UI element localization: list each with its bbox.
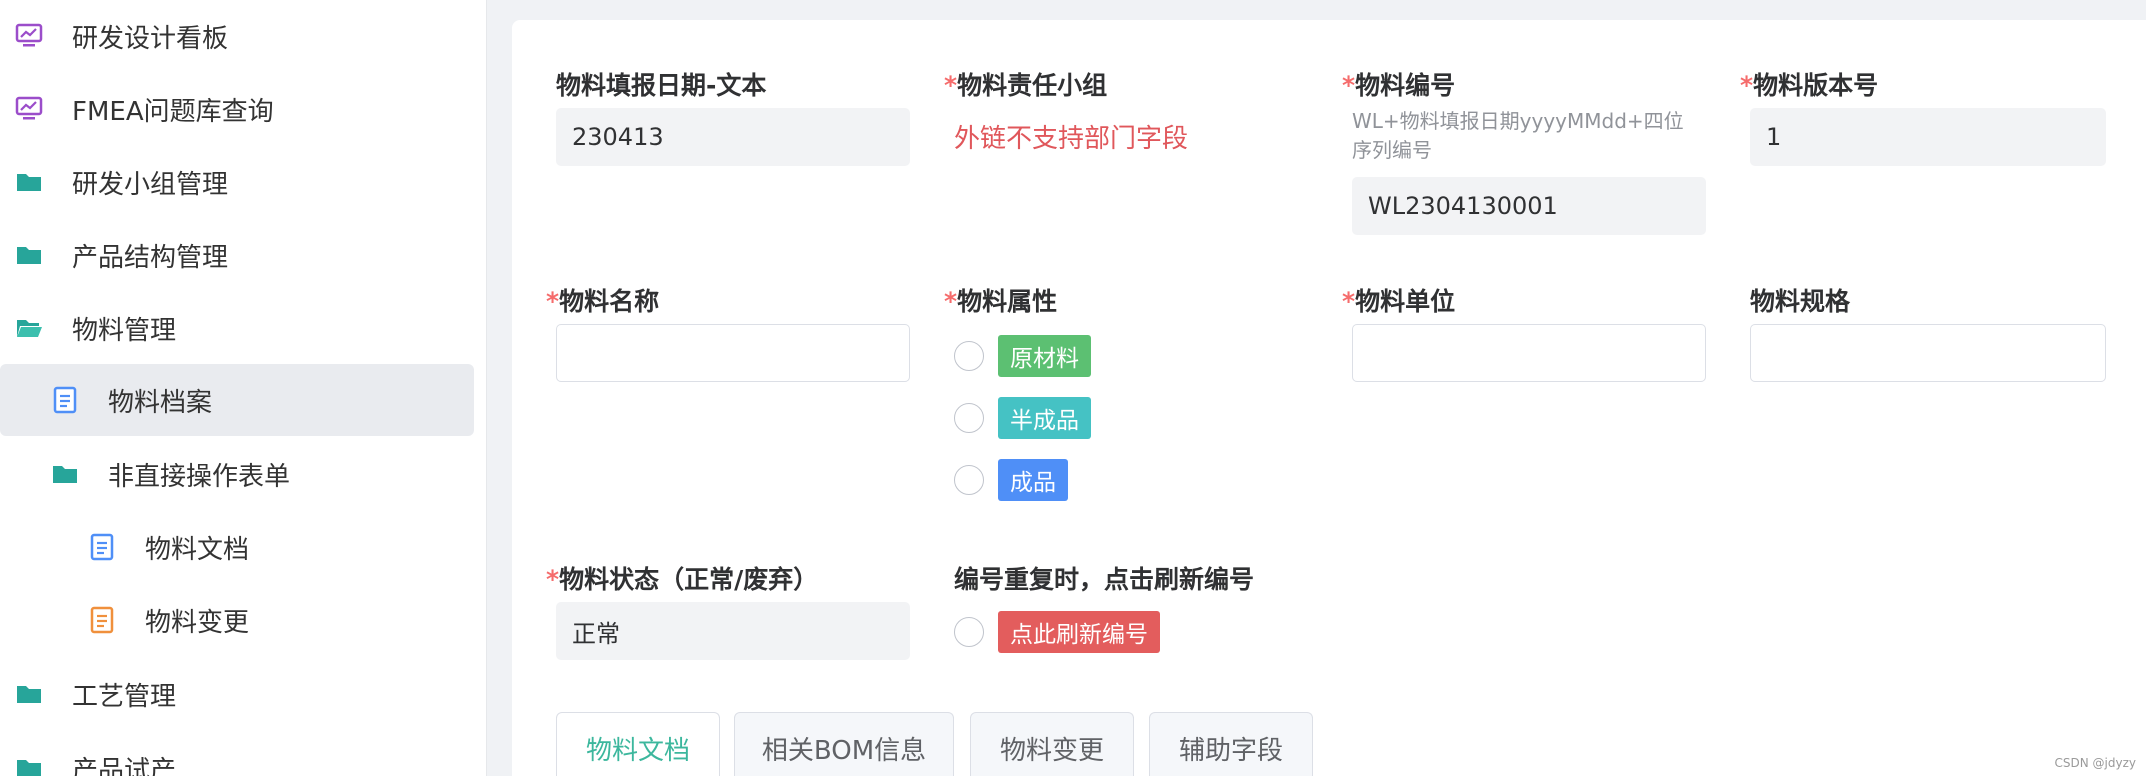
fill-date-input[interactable]: 230413 xyxy=(556,108,910,166)
refresh-code-button[interactable]: 点此刷新编号 xyxy=(998,611,1160,653)
name-input[interactable] xyxy=(556,324,910,382)
fill-date-label: 物料填报日期-文本 xyxy=(556,66,766,102)
tab-label: 辅助字段 xyxy=(1178,736,1283,766)
monitor-chart-icon xyxy=(14,21,44,51)
required-star: * xyxy=(1342,71,1356,100)
name-label-text: 物料名称 xyxy=(559,287,660,316)
code-label-text: 物料编号 xyxy=(1355,71,1456,100)
tab-label: 物料文档 xyxy=(585,736,690,766)
sidebar-item-material-archive[interactable]: 物料档案 xyxy=(0,364,474,436)
sidebar-item-product-structure[interactable]: 产品结构管理 xyxy=(0,219,474,291)
team-label: *物料责任小组 xyxy=(944,66,1107,102)
radio-circle[interactable] xyxy=(954,617,984,647)
radio-circle[interactable] xyxy=(954,465,984,495)
name-label: *物料名称 xyxy=(546,282,659,318)
status-value: 正常 xyxy=(572,619,620,648)
folder-icon xyxy=(14,240,44,270)
folder-open-icon xyxy=(14,313,44,343)
code-label: *物料编号 xyxy=(1342,66,1455,102)
sidebar-item-label: 研发设计看板 xyxy=(72,23,229,54)
sidebar-item-material-change[interactable]: 物料变更 xyxy=(0,584,474,656)
unit-input[interactable] xyxy=(1352,324,1706,382)
team-unsupported-warning: 外链不支持部门字段 xyxy=(954,124,1189,154)
document-icon xyxy=(87,605,117,635)
monitor-chart-icon xyxy=(14,94,44,124)
required-star: * xyxy=(546,287,560,316)
required-star: * xyxy=(546,565,560,594)
sidebar-item-material-mgmt[interactable]: 物料管理 xyxy=(0,292,474,364)
spec-input[interactable] xyxy=(1750,324,2106,382)
attribute-option-raw-material[interactable]: 原材料 xyxy=(954,335,1091,377)
refresh-label: 编号重复时，点击刷新编号 xyxy=(954,560,1254,596)
sidebar-item-label: 非直接操作表单 xyxy=(108,461,291,492)
sidebar-item-label: 物料文档 xyxy=(145,534,250,565)
version-value: 1 xyxy=(1766,123,1782,151)
required-star: * xyxy=(1740,71,1754,100)
status-label: *物料状态（正常/废弃） xyxy=(546,560,818,596)
finished-tag: 成品 xyxy=(998,459,1068,501)
fill-date-value: 230413 xyxy=(572,123,664,151)
raw-material-tag: 原材料 xyxy=(998,335,1091,377)
sidebar-item-material-docs[interactable]: 物料文档 xyxy=(0,511,474,583)
tab-auxiliary-fields[interactable]: 辅助字段 xyxy=(1149,712,1313,776)
required-star: * xyxy=(1342,287,1356,316)
status-input[interactable]: 正常 xyxy=(556,602,910,660)
code-hint-line2: 序列编号 xyxy=(1352,138,1432,162)
sidebar-item-rd-dashboard[interactable]: 研发设计看板 xyxy=(0,0,474,72)
version-label-text: 物料版本号 xyxy=(1753,71,1879,100)
sidebar-item-label: 物料档案 xyxy=(108,387,213,418)
team-label-text: 物料责任小组 xyxy=(957,71,1108,100)
sidebar-item-process-mgmt[interactable]: 工艺管理 xyxy=(0,658,474,730)
sidebar-item-label: 工艺管理 xyxy=(72,681,177,712)
attribute-label-text: 物料属性 xyxy=(957,287,1058,316)
fill-date-label-text: 物料填报日期-文本 xyxy=(556,71,767,100)
spec-label-text: 物料规格 xyxy=(1750,287,1851,316)
tab-material-docs[interactable]: 物料文档 xyxy=(556,712,720,776)
unit-label: *物料单位 xyxy=(1342,282,1455,318)
sidebar-item-rd-team[interactable]: 研发小组管理 xyxy=(0,146,474,218)
folder-icon xyxy=(50,459,80,489)
sidebar-item-label: 物料管理 xyxy=(72,315,177,346)
attribute-option-finished[interactable]: 成品 xyxy=(954,459,1068,501)
refresh-label-text: 编号重复时，点击刷新编号 xyxy=(954,565,1255,594)
document-icon xyxy=(87,532,117,562)
unit-label-text: 物料单位 xyxy=(1355,287,1456,316)
watermark: CSDN @jdyzy xyxy=(2054,756,2136,770)
version-label: *物料版本号 xyxy=(1740,66,1878,102)
material-form-card: 物料填报日期-文本 230413 *物料责任小组 外链不支持部门字段 *物料编号… xyxy=(512,20,2146,776)
sidebar-item-label: 物料变更 xyxy=(145,607,250,638)
folder-icon xyxy=(14,753,44,776)
sidebar-item-label: 产品结构管理 xyxy=(72,242,229,273)
tab-related-bom[interactable]: 相关BOM信息 xyxy=(734,712,954,776)
tab-material-change[interactable]: 物料变更 xyxy=(970,712,1134,776)
code-hint: WL+物料填报日期yyyyMMdd+四位 序列编号 xyxy=(1352,107,1684,165)
required-star: * xyxy=(944,71,958,100)
tab-label: 物料变更 xyxy=(999,736,1104,766)
radio-circle[interactable] xyxy=(954,403,984,433)
folder-icon xyxy=(14,167,44,197)
radio-circle[interactable] xyxy=(954,341,984,371)
status-label-text: 物料状态（正常/废弃） xyxy=(559,565,819,594)
code-input[interactable]: WL2304130001 xyxy=(1352,177,1706,235)
document-icon xyxy=(50,385,80,415)
sidebar-item-label: 产品试产 xyxy=(72,755,177,776)
sidebar-item-indirect-forms[interactable]: 非直接操作表单 xyxy=(0,438,474,510)
sidebar-item-trial-production[interactable]: 产品试产 xyxy=(0,732,474,776)
tab-label: 相关BOM信息 xyxy=(761,736,927,766)
version-input[interactable]: 1 xyxy=(1750,108,2106,166)
code-hint-line1: WL+物料填报日期yyyyMMdd+四位 xyxy=(1352,109,1684,133)
sidebar-item-label: FMEA问题库查询 xyxy=(72,96,274,127)
attribute-option-semi-finished[interactable]: 半成品 xyxy=(954,397,1091,439)
semi-finished-tag: 半成品 xyxy=(998,397,1091,439)
folder-icon xyxy=(14,679,44,709)
sidebar-item-fmea-query[interactable]: FMEA问题库查询 xyxy=(0,73,474,145)
sidebar-item-label: 研发小组管理 xyxy=(72,169,229,200)
spec-label: 物料规格 xyxy=(1750,282,1850,318)
code-value: WL2304130001 xyxy=(1368,192,1558,220)
sidebar: 研发设计看板 FMEA问题库查询 研发小组管理 产品结构管理 物料管理 物料档案 xyxy=(0,0,487,776)
attribute-label: *物料属性 xyxy=(944,282,1057,318)
required-star: * xyxy=(944,287,958,316)
refresh-code-option[interactable]: 点此刷新编号 xyxy=(954,611,1160,653)
